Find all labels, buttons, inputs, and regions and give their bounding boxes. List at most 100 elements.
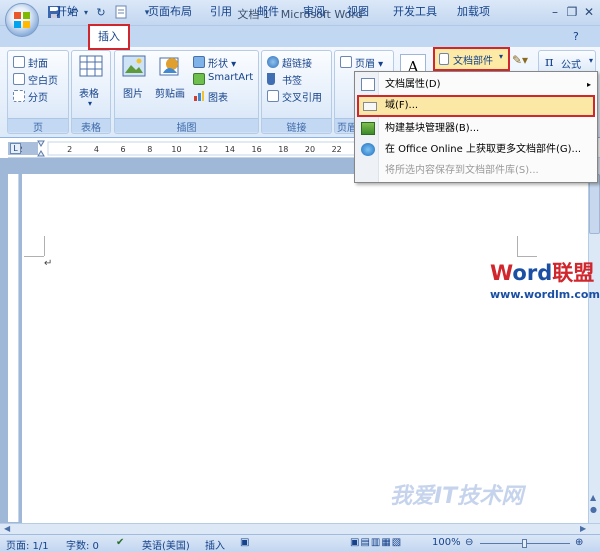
zoom-slider-thumb[interactable] <box>522 539 527 548</box>
paragraph-mark-icon: ↵ <box>44 258 53 269</box>
scroll-left-icon[interactable]: ◀ <box>4 524 10 533</box>
tab-mailings[interactable]: 邮件 <box>253 3 283 21</box>
proofing-icon[interactable]: ✔ <box>116 537 124 548</box>
minimize-icon[interactable]: – <box>546 4 564 20</box>
zoom-out-icon[interactable]: ⊖ <box>465 537 473 548</box>
smartart-icon <box>193 73 205 85</box>
page-break-icon <box>13 90 25 102</box>
equation-dropdown-icon: ▾ <box>589 56 594 65</box>
menu-item-document-properties[interactable]: 文档属性(D) ▸ <box>357 74 595 95</box>
document-page[interactable]: ↵ <box>22 174 588 523</box>
tab-view[interactable]: 视图 <box>343 3 373 21</box>
ruler-tick-label: 12 <box>198 145 208 154</box>
status-page[interactable]: 页面: 1/1 <box>6 537 49 552</box>
page-break-button[interactable]: 分页 <box>28 89 48 104</box>
view-buttons[interactable]: ▣▤▥▦▧ <box>350 537 402 548</box>
horizontal-scrollbar[interactable]: ◀ ▶ <box>0 523 600 534</box>
table-dropdown-icon[interactable]: ▾ <box>88 99 92 108</box>
links-group: 超链接 书签 交叉引用 链接 <box>261 50 332 134</box>
tab-addins[interactable]: 加载项 <box>453 3 494 21</box>
ruler-tick-label: 8 <box>147 145 152 154</box>
illustrations-group-label: 插图 <box>115 118 258 134</box>
restore-icon[interactable]: ❐ <box>563 4 581 20</box>
previous-page-icon[interactable]: ▲ <box>590 493 596 502</box>
scroll-right-icon[interactable]: ▶ <box>580 524 586 533</box>
zoom-in-icon[interactable]: ⊕ <box>575 537 583 548</box>
blank-page-icon <box>13 73 25 85</box>
bookmark-icon <box>267 73 275 85</box>
menu-item-building-blocks[interactable]: 构建基块管理器(B)... <box>357 118 595 139</box>
office-button[interactable] <box>5 3 39 37</box>
building-blocks-icon <box>361 122 375 135</box>
hyperlink-icon <box>267 56 279 68</box>
shapes-icon <box>193 56 205 68</box>
status-word-count[interactable]: 字数: 0 <box>66 537 99 552</box>
scroll-thumb[interactable] <box>589 174 600 234</box>
status-language[interactable]: 英语(美国) <box>142 537 190 552</box>
menu-item-save-selection: 将所选内容保存到文档部件库(S)... <box>357 160 595 181</box>
close-icon[interactable]: ✕ <box>580 4 598 20</box>
tab-insert[interactable]: 插入 <box>88 24 130 50</box>
vertical-ruler[interactable] <box>8 174 19 522</box>
ruler-tick-label: 18 <box>278 145 288 154</box>
help-icon[interactable]: ? <box>573 30 579 43</box>
shapes-label: 形状 <box>208 59 228 70</box>
cross-reference-icon <box>267 90 279 102</box>
table-button[interactable]: 表格 <box>79 85 99 100</box>
menu-item-label: 域(F)... <box>385 100 419 111</box>
brand-url: www.wordlm.com <box>490 288 600 301</box>
chart-button[interactable]: 图表 <box>208 89 228 104</box>
menu-item-field[interactable]: 域(F)... <box>357 95 595 117</box>
menu-item-label: 文档属性(D) <box>385 79 441 90</box>
ruler-tick-label: 14 <box>225 145 235 154</box>
pi-icon: π <box>545 55 554 70</box>
header-button[interactable]: 页眉 ▾ <box>355 55 383 70</box>
brand-ord: ord <box>512 261 553 285</box>
clipart-button[interactable]: 剪贴画 <box>155 85 185 100</box>
menu-item-label: 将所选内容保存到文档部件库(S)... <box>385 165 539 176</box>
quick-parts-icon <box>439 53 449 65</box>
smartart-button[interactable]: SmartArt <box>208 72 253 83</box>
ruler-tick-label: 22 <box>332 145 342 154</box>
menu-item-office-online[interactable]: 在 Office Online 上获取更多文档部件(G)... <box>357 139 595 160</box>
quick-parts-button[interactable]: 文档部件 ▾ <box>433 47 510 71</box>
margin-corner-mark <box>24 256 44 257</box>
macro-record-icon[interactable]: ▣ <box>240 537 249 548</box>
office-online-icon <box>361 143 375 156</box>
cover-page-button[interactable]: 封面 <box>28 55 48 70</box>
shapes-button[interactable]: 形状 ▾ <box>208 55 236 70</box>
hyperlink-button[interactable]: 超链接 <box>282 55 312 70</box>
header-icon <box>340 56 352 68</box>
zoom-level[interactable]: 100% <box>432 537 461 548</box>
header-label: 页眉 <box>355 59 375 70</box>
table-icon <box>79 55 103 77</box>
browse-object-icon[interactable]: ● <box>590 505 597 514</box>
tables-group: 表格 ▾ 表格 <box>71 50 111 134</box>
margin-corner-mark <box>517 236 518 256</box>
tab-home[interactable]: 开始 <box>52 3 82 21</box>
blank-page-button[interactable]: 空白页 <box>28 72 58 87</box>
signature-line-icon[interactable]: ✎▾ <box>512 53 528 67</box>
ruler-tick-label: 20 <box>305 145 315 154</box>
ruler-tick-label: 2 <box>67 145 72 154</box>
clipart-icon <box>159 57 179 76</box>
menu-item-label: 在 Office Online 上获取更多文档部件(G)... <box>385 144 582 155</box>
cover-page-icon <box>13 56 25 68</box>
indent-marker-icon[interactable] <box>37 140 45 157</box>
quick-parts-dropdown-icon: ▾ <box>499 52 504 61</box>
cross-reference-button[interactable]: 交叉引用 <box>282 89 322 104</box>
status-insert-mode[interactable]: 插入 <box>205 537 225 552</box>
ruler-tick-label: 4 <box>94 145 99 154</box>
menu-item-label: 构建基块管理器(B)... <box>385 123 480 134</box>
bookmark-button[interactable]: 书签 <box>282 72 302 87</box>
brand-w: W <box>490 261 513 285</box>
bottom-watermark: 我爱IT技术网 <box>390 484 524 509</box>
vertical-scrollbar[interactable]: ▲ ▲ ● <box>588 158 600 523</box>
tab-selector-button[interactable]: L <box>10 143 21 154</box>
tab-developer[interactable]: 开发工具 <box>389 3 441 21</box>
tab-review[interactable]: 审阅 <box>299 3 329 21</box>
tab-page-layout[interactable]: 页面布局 <box>144 3 196 21</box>
tab-references[interactable]: 引用 <box>206 3 236 21</box>
picture-button[interactable]: 图片 <box>123 85 143 100</box>
status-bar: 页面: 1/1 字数: 0 ✔ 英语(美国) 插入 ▣ ▣▤▥▦▧ 100% ⊖… <box>0 534 600 552</box>
